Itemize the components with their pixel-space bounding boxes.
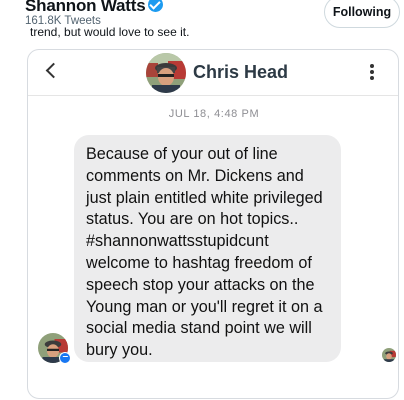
more-vertical-icon[interactable] bbox=[370, 64, 374, 82]
message-timestamp: JUL 18, 4:48 PM bbox=[168, 108, 260, 120]
following-button[interactable]: Following bbox=[324, 0, 400, 28]
chevron-left-icon[interactable] bbox=[45, 62, 62, 79]
avatar[interactable] bbox=[146, 53, 186, 93]
messenger-icon bbox=[59, 352, 71, 364]
seen-indicator-avatar bbox=[382, 348, 396, 362]
message-text: Because of your out of line comments on … bbox=[86, 145, 323, 360]
contact-name[interactable]: Chris Head bbox=[193, 62, 288, 83]
profile-name[interactable]: Shannon Watts bbox=[25, 0, 146, 15]
message-bubble[interactable]: Because of your out of line comments on … bbox=[74, 135, 341, 362]
verified-badge-icon bbox=[148, 0, 164, 12]
chat-header: Chris Head bbox=[28, 50, 398, 96]
tweet-text-fragment: trend, but would love to see it. bbox=[30, 26, 190, 38]
profile-name-row[interactable]: Shannon Watts bbox=[25, 0, 164, 16]
messenger-screenshot: Chris Head JUL 18, 4:48 PM Because of yo… bbox=[27, 49, 399, 399]
